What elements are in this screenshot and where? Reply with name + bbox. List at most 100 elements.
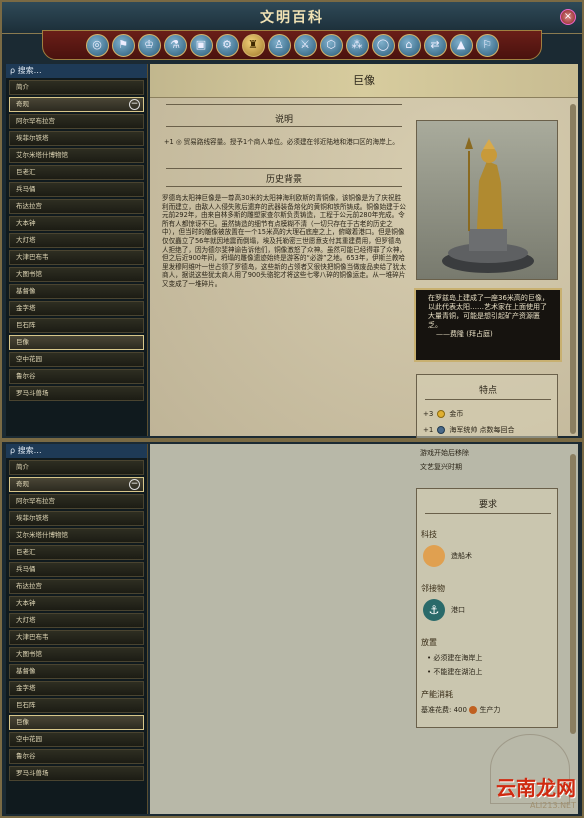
sidebar-item[interactable]: 基督像: [9, 284, 144, 299]
sidebar-item[interactable]: 艾尔米塔什博物馆: [9, 528, 144, 543]
swords-icon[interactable]: ⚔: [293, 33, 317, 57]
sidebar-item[interactable]: 鲁尔谷: [9, 749, 144, 764]
close-button[interactable]: ×: [560, 9, 576, 25]
sidebar-item-label: 巨老汇: [16, 548, 36, 556]
hex-icon[interactable]: ⬡: [319, 33, 343, 57]
sidebar-item-label: 阿尔罕布拉宫: [16, 117, 55, 125]
quote-text: 在罗兹岛上建成了一座36米高的巨像，以此代表太阳……艺术家在上面使用了大量青铜，…: [428, 294, 549, 329]
sidebar-item[interactable]: 大本钟: [9, 216, 144, 231]
sidebar-item[interactable]: 巨像: [9, 715, 144, 730]
sidebar-item-label: 空中花园: [16, 735, 42, 743]
sidebar-item[interactable]: 兵马俑: [9, 182, 144, 197]
flag2-icon[interactable]: ⚐: [475, 33, 499, 57]
flask-icon[interactable]: ⚗: [163, 33, 187, 57]
sidebar-item[interactable]: 金字塔: [9, 301, 144, 316]
sidebar-item[interactable]: 阿尔罕布拉宫: [9, 494, 144, 509]
quote-author: ——费隆 (拜占庭): [436, 330, 493, 338]
divider: [425, 399, 551, 400]
sidebar-item-label: 巨老汇: [16, 168, 36, 176]
divider: [166, 186, 402, 187]
sidebar-item[interactable]: 大津巴布韦: [9, 630, 144, 645]
sidebar-item[interactable]: 兵马俑: [9, 562, 144, 577]
feature-trade-value: +1: [423, 426, 434, 434]
sidebar-item[interactable]: 基督像: [9, 664, 144, 679]
sidebar-item[interactable]: 巨石阵: [9, 698, 144, 713]
sidebar-item[interactable]: 大灯塔: [9, 233, 144, 248]
sidebar: ρ 搜索… 简介奇观 − 阿尔罕布拉宫 埃菲尔铁塔艾尔米塔什博物馆巨老汇兵马俑布达拉宫…: [6, 444, 148, 814]
feature-gold-value: +3: [423, 410, 434, 418]
sidebar-item-label: 阿尔罕布拉宫: [16, 497, 55, 505]
wonder-image: [416, 120, 558, 280]
arrows-icon[interactable]: ⇄: [423, 33, 447, 57]
search-header[interactable]: ρ 搜索…: [6, 64, 147, 78]
sidebar-item[interactable]: 大本钟: [9, 596, 144, 611]
sidebar-item[interactable]: 鲁尔谷: [9, 369, 144, 384]
cube-icon[interactable]: ▣: [189, 33, 213, 57]
sidebar-item[interactable]: 巨像: [9, 335, 144, 350]
sidebar-item[interactable]: 金字塔: [9, 681, 144, 696]
mountain-icon[interactable]: ▲: [449, 33, 473, 57]
sidebar-item-label: 大本钟: [16, 219, 36, 227]
sidebar-item-label: 大津巴布韦: [16, 633, 49, 641]
cost-row: 基准花费: 400 生产力: [421, 706, 501, 714]
divider: [166, 126, 402, 127]
wonder-icon[interactable]: ♜: [241, 33, 265, 57]
person-icon[interactable]: ♙: [267, 33, 291, 57]
sidebar-item-label: 大灯塔: [16, 616, 36, 624]
sidebar-item[interactable]: 大津巴布韦: [9, 250, 144, 265]
divider: [166, 168, 402, 169]
sidebar-item-label: 埃菲尔铁塔: [16, 514, 49, 522]
search-header[interactable]: ρ 搜索…: [6, 444, 147, 458]
district-item[interactable]: 港口: [451, 605, 465, 615]
sidebar-item-label: 简介: [16, 83, 29, 91]
watermark: 云南龙网 ALI213.NET: [496, 772, 576, 810]
sidebar-item[interactable]: 布达拉宫: [9, 199, 144, 214]
sidebar-item-label: 奇观: [16, 480, 29, 488]
description-text: +1 ◎ 贸易路线容量。授予1个商人单位。必须建在邻近陆地和港口区的海岸上。: [164, 138, 399, 146]
flag-icon[interactable]: ⚑: [111, 33, 135, 57]
placement-item: • 不能建在湖泊上: [427, 668, 483, 676]
sidebar-item-label: 大图书馆: [16, 270, 42, 278]
sidebar-item-label: 兵马俑: [16, 565, 36, 573]
sidebar-item[interactable]: 空中花园: [9, 732, 144, 747]
collapse-icon[interactable]: −: [129, 99, 140, 110]
sidebar-item-label: 奇观: [16, 100, 29, 108]
sidebar-item[interactable]: 阿尔罕布拉宫: [9, 114, 144, 129]
gear-icon[interactable]: ⚙: [215, 33, 239, 57]
sidebar-item-label: 兵马俑: [16, 185, 36, 193]
collapse-icon[interactable]: −: [129, 479, 140, 490]
history-text: 罗德岛太阳神巨像是一尊高30米的太阳神海利欧斯的青铜像，该铜像是为了庆祝胜利而建…: [162, 194, 406, 288]
requirements-box: 要求 科技 造船术 邻接物 ⚓ 港口 放置 • 必须建在海岸上 • 不能建在湖泊…: [416, 488, 558, 728]
section-history: 历史背景: [265, 175, 302, 185]
sidebar-item-label: 布达拉宫: [16, 582, 42, 590]
sidebar-item[interactable]: 空中花园: [9, 352, 144, 367]
sidebar-item-label: 罗马斗兽场: [16, 389, 49, 397]
tech-item[interactable]: 造船术: [451, 551, 472, 561]
sidebar-item[interactable]: 罗马斗兽场: [9, 386, 144, 401]
sidebar-item[interactable]: 大图书馆: [9, 267, 144, 282]
scrollbar[interactable]: [570, 104, 576, 434]
sidebar-item[interactable]: 埃菲尔铁塔: [9, 511, 144, 526]
sidebar-item[interactable]: 奇观 −: [9, 477, 144, 492]
sidebar-item[interactable]: 巨石阵: [9, 318, 144, 333]
sidebar-item-label: 巨像: [16, 718, 29, 726]
dots-icon[interactable]: ⁂: [345, 33, 369, 57]
sidebar-item[interactable]: 大图书馆: [9, 647, 144, 662]
sidebar-item[interactable]: 巨老汇: [9, 165, 144, 180]
sidebar-item[interactable]: 简介: [9, 80, 144, 95]
sidebar-item-label: 埃菲尔铁塔: [16, 134, 49, 142]
temple-icon[interactable]: ⌂: [397, 33, 421, 57]
sidebar-item[interactable]: 巨老汇: [9, 545, 144, 560]
sidebar-item[interactable]: 罗马斗兽场: [9, 766, 144, 781]
sidebar-item[interactable]: 奇观 −: [9, 97, 144, 112]
sidebar-item[interactable]: 布达拉宫: [9, 579, 144, 594]
sidebar-item-label: 巨石阵: [16, 701, 36, 709]
world-globe-icon[interactable]: ◎: [85, 33, 109, 57]
scrollbar[interactable]: [570, 454, 576, 734]
bust-icon[interactable]: ♔: [137, 33, 161, 57]
sidebar-item[interactable]: 艾尔米塔什博物馆: [9, 148, 144, 163]
sidebar-item[interactable]: 简介: [9, 460, 144, 475]
oval-icon[interactable]: ◯: [371, 33, 395, 57]
sidebar-item[interactable]: 埃菲尔铁塔: [9, 131, 144, 146]
sidebar-item[interactable]: 大灯塔: [9, 613, 144, 628]
